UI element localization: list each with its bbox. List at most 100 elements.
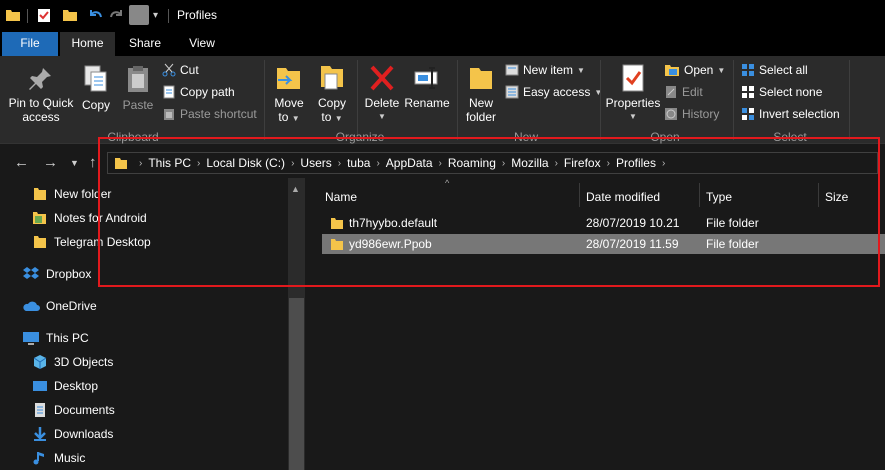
select-none-label: Select none [759, 85, 823, 99]
table-row-selected[interactable]: yd986ewr.Ppob 28/07/2019 11.59 File fold… [322, 234, 885, 254]
nav-item-label: Notes for Android [54, 211, 147, 225]
recent-locations-chevron-icon[interactable]: ▼ [70, 158, 79, 168]
back-arrow-icon[interactable]: ← [14, 154, 29, 171]
breadcrumb-firefox[interactable]: Firefox [561, 156, 604, 170]
copy-button[interactable]: Copy [80, 64, 112, 112]
tab-view[interactable]: View [174, 32, 230, 56]
pin-to-quick-access-button[interactable]: Pin to Quick access [6, 64, 76, 124]
address-bar[interactable]: › This PC › Local Disk (C:) › Users › tu… [107, 152, 878, 174]
breadcrumb-roaming[interactable]: Roaming [445, 156, 499, 170]
column-header-type[interactable]: Type [706, 186, 732, 208]
paste-shortcut-label: Paste shortcut [180, 107, 257, 121]
nav-item-label: Downloads [54, 427, 114, 441]
scroll-up-chevron-icon[interactable]: ▲ [291, 184, 300, 194]
copy-to-button[interactable]: Copy to ▼ [314, 62, 350, 126]
new-folder-icon[interactable] [62, 7, 78, 23]
breadcrumb-local-disk[interactable]: Local Disk (C:) [203, 156, 288, 170]
breadcrumb-separator[interactable]: › [194, 158, 203, 169]
breadcrumb-mozilla[interactable]: Mozilla [508, 156, 551, 170]
open-group-label: Open [650, 130, 680, 144]
rename-button[interactable]: Rename [404, 62, 450, 110]
breadcrumb-separator[interactable]: › [373, 158, 382, 169]
breadcrumb-profiles[interactable]: Profiles [613, 156, 659, 170]
select-none-button[interactable]: Select none [741, 83, 822, 101]
organize-group-label: Organize [335, 130, 385, 144]
new-group-label: New [513, 130, 538, 144]
nav-item-dropbox[interactable]: Dropbox [22, 263, 91, 285]
column-divider[interactable] [818, 183, 819, 207]
edit-button[interactable]: Edit [664, 83, 703, 101]
cut-button[interactable]: Cut [162, 61, 199, 79]
scrollbar-thumb[interactable] [289, 298, 304, 470]
column-divider[interactable] [579, 183, 580, 207]
nav-item-notes-for-android[interactable]: Notes for Android [32, 207, 147, 229]
new-folder-button[interactable]: New folder [461, 62, 501, 124]
copy-to-label-2: to ▼ [314, 110, 350, 126]
invert-selection-icon [742, 108, 754, 120]
notes-folder-icon [33, 212, 46, 224]
forward-arrow-icon[interactable]: → [43, 154, 58, 171]
new-folder-label-2: folder [465, 110, 497, 124]
nav-item-this-pc[interactable]: This PC [22, 327, 89, 349]
breadcrumb-separator[interactable]: › [604, 158, 613, 169]
breadcrumb-separator[interactable]: › [659, 158, 668, 169]
nav-item-downloads[interactable]: Downloads [32, 423, 113, 445]
nav-item-documents[interactable]: Documents [32, 399, 115, 421]
tab-home[interactable]: Home [60, 32, 115, 56]
invert-selection-button[interactable]: Invert selection [741, 105, 840, 123]
customize-qa-icon[interactable] [129, 5, 149, 25]
nav-item-new-folder[interactable]: New folder [32, 183, 111, 205]
breadcrumb-separator[interactable]: › [436, 158, 445, 169]
column-divider[interactable] [699, 183, 700, 207]
breadcrumb-separator[interactable]: › [288, 158, 297, 169]
new-item-button[interactable]: New item ▼ [505, 61, 585, 79]
undo-icon[interactable] [87, 7, 103, 23]
select-group-label: Select [773, 130, 807, 144]
nav-item-label: This PC [46, 331, 89, 345]
file-name: th7hyybo.default [349, 216, 438, 230]
breadcrumb-separator[interactable]: › [552, 158, 561, 169]
properties-button[interactable]: Properties ▼ [604, 62, 662, 124]
paste-shortcut-button[interactable]: Paste shortcut [162, 105, 257, 123]
nav-item-onedrive[interactable]: OneDrive [22, 295, 97, 317]
select-none-icon [742, 86, 754, 98]
nav-item-3d-objects[interactable]: 3D Objects [32, 351, 113, 373]
open-button[interactable]: Open ▼ [664, 61, 725, 79]
breadcrumb-separator[interactable]: › [335, 158, 344, 169]
qa-dropdown-icon[interactable]: ▾ [153, 10, 158, 21]
properties-check-icon[interactable] [36, 7, 52, 23]
tab-file[interactable]: File [2, 32, 58, 56]
column-header-date-modified[interactable]: Date modified [586, 186, 660, 208]
nav-item-desktop[interactable]: Desktop [32, 375, 98, 397]
easy-access-button[interactable]: Easy access ▼ [505, 83, 602, 101]
tab-share[interactable]: Share [118, 32, 172, 56]
breadcrumb-users[interactable]: Users [297, 156, 334, 170]
breadcrumb-appdata[interactable]: AppData [383, 156, 436, 170]
select-all-button[interactable]: Select all [741, 61, 808, 79]
breadcrumb-separator[interactable]: › [499, 158, 508, 169]
redo-icon[interactable] [109, 7, 125, 23]
breadcrumb-this-pc[interactable]: This PC [145, 156, 194, 170]
history-button[interactable]: History [664, 105, 719, 123]
breadcrumb-separator[interactable]: › [136, 158, 145, 169]
paste-shortcut-icon [164, 109, 174, 120]
nav-item-label: Music [54, 451, 86, 465]
column-header-name[interactable]: Name [325, 186, 357, 208]
nav-item-music[interactable]: Music [32, 447, 85, 469]
navigation-pane: New folder Notes for Android Telegram De… [0, 178, 305, 470]
breadcrumb-tuba[interactable]: tuba [344, 156, 373, 170]
title-bar: ▾ Profiles [0, 0, 885, 32]
navigation-scrollbar[interactable]: ▲ [288, 178, 305, 470]
column-header-size[interactable]: Size [825, 186, 848, 208]
delete-button[interactable]: Delete ▼ [362, 62, 402, 124]
nav-item-label: 3D Objects [54, 355, 114, 369]
nav-item-telegram-desktop[interactable]: Telegram Desktop [32, 231, 151, 253]
paste-button[interactable]: Paste [120, 64, 156, 112]
qa-separator [27, 9, 28, 23]
move-to-button[interactable]: Move to ▼ [271, 62, 307, 126]
nav-item-label: New folder [54, 187, 112, 201]
copy-path-button[interactable]: Copy path [162, 83, 235, 101]
computer-icon [23, 332, 39, 345]
up-arrow-icon[interactable]: ↑ [89, 154, 97, 171]
table-row[interactable]: th7hyybo.default 28/07/2019 10.21 File f… [322, 213, 885, 233]
